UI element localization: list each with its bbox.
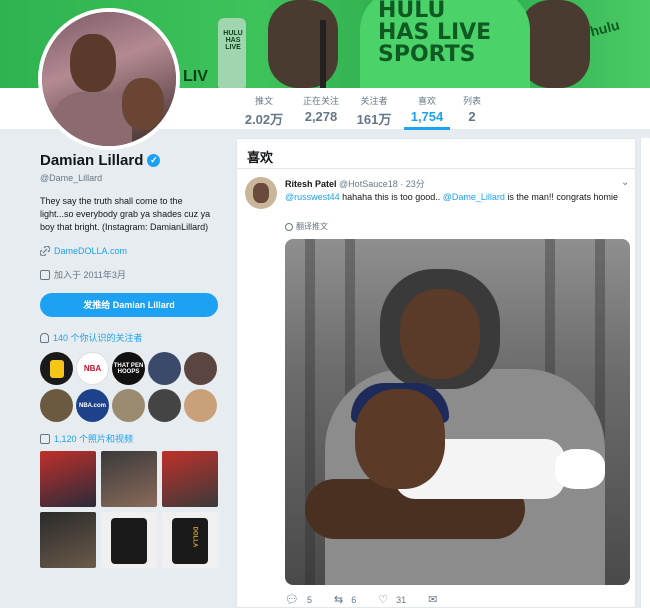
banner-arm (268, 0, 338, 88)
likes-timeline: 喜欢 Ritesh Patel @HotSauce18 · 23分 ⌄ @rus… (236, 138, 636, 608)
profile-name-row: Damian Lillard ✓ (40, 152, 225, 169)
follower-avatar[interactable] (184, 352, 217, 385)
tweet-author-avatar[interactable] (245, 177, 277, 209)
like-action[interactable]: ♡ 31 (378, 593, 406, 606)
translate-label[interactable]: 翻译推文 (296, 221, 328, 232)
chevron-down-icon[interactable]: ⌄ (621, 177, 629, 188)
heart-icon: ♡ (378, 594, 389, 606)
tweet-mention[interactable]: @Dame_Lillard (443, 192, 505, 202)
retweet-icon: ⇆ (333, 594, 344, 606)
tweet-author-name[interactable]: Ritesh Patel (285, 179, 337, 189)
banner-arm (520, 0, 590, 88)
stat-label: 关注者 (360, 96, 388, 106)
follower-avatars: NBA THAT PEN HOOPS NBA.com (40, 352, 225, 422)
stat-label: 列表 (462, 96, 481, 106)
stat-value: 2 (468, 109, 476, 124)
stat-label: 推文 (254, 96, 273, 106)
shirt-line-1: HULU (378, 0, 446, 23)
media-thumbnail[interactable] (162, 451, 218, 507)
stat-value: 161万 (356, 112, 392, 127)
shirt-line-2: HAS LIVE (378, 20, 492, 45)
stat-value: 2.02万 (244, 112, 284, 127)
website-link[interactable]: DameDOLLA.com (54, 246, 127, 256)
bottle-label: HULU HAS LIVE (223, 30, 243, 51)
media-thumbnail[interactable]: DOLLA (162, 512, 218, 568)
tweet-header: Ritesh Patel @HotSauce18 · 23分 (285, 177, 425, 190)
follower-avatar[interactable] (40, 352, 73, 385)
photos-videos-link[interactable]: 1,120 个照片和视频 (40, 432, 225, 445)
tweet-separator: · (400, 179, 404, 189)
profile-sidebar: Damian Lillard ✓ @Dame_Lillard They say … (40, 152, 225, 568)
verified-icon: ✓ (147, 154, 161, 167)
stat-lists[interactable]: 列表 2 (460, 94, 484, 124)
media-label: DOLLA (191, 526, 198, 548)
reply-icon: 💬︎ (285, 594, 299, 606)
tweet-mention[interactable]: @russwest44 (285, 192, 340, 202)
photos-videos-label[interactable]: 1,120 个照片和视频 (54, 432, 133, 445)
followers-you-know-link[interactable]: 140 个你认识的关注者 (40, 331, 225, 344)
right-column-edge (640, 138, 650, 608)
profile-bio: They say the truth shall come to the lig… (40, 196, 211, 232)
calendar-icon (40, 269, 50, 280)
microphone (320, 20, 326, 88)
tweet-text-segment: hahaha this is too good.. (339, 192, 443, 202)
tweet-text-segment: is the man!! congrats homie (504, 192, 618, 202)
message-action[interactable]: ✉ (428, 593, 437, 606)
media-thumbnail[interactable] (40, 512, 96, 568)
followers-you-know-label[interactable]: 140 个你认识的关注者 (53, 331, 143, 344)
stat-followers[interactable]: 关注者 161万 (355, 94, 393, 128)
banner-right-text: hulu (588, 16, 622, 40)
link-icon (40, 246, 50, 256)
follower-avatar[interactable]: THAT PEN HOOPS (112, 352, 145, 385)
reply-count: 5 (306, 594, 312, 605)
tweet-actions: 💬︎ 5 ⇆ 6 ♡ 31 ✉ (285, 593, 437, 606)
follower-avatar[interactable]: NBA.com (76, 389, 109, 422)
tweet-to-button[interactable]: 发推给 Damian Lillard (40, 293, 218, 317)
stat-value: 2,278 (304, 109, 338, 124)
joined-date: 加入于 2011年3月 (54, 270, 126, 280)
reply-action[interactable]: 💬︎ 5 (285, 593, 312, 606)
image-icon (40, 433, 50, 444)
tweet-time[interactable]: 23分 (406, 179, 425, 189)
stat-label: 喜欢 (417, 96, 436, 106)
like-count: 31 (396, 594, 407, 605)
translate-tweet[interactable]: 翻译推文 (285, 221, 328, 232)
tweet-photo[interactable] (285, 239, 630, 585)
profile-handle[interactable]: @Dame_Lillard (40, 173, 225, 183)
stat-label: 正在关注 (302, 96, 339, 106)
follower-avatar[interactable] (40, 389, 73, 422)
banner-bottle (218, 18, 246, 88)
follower-avatar[interactable] (148, 352, 181, 385)
follower-avatar[interactable] (148, 389, 181, 422)
stat-tweets[interactable]: 推文 2.02万 (244, 94, 284, 128)
banner-shirt-text: HULU HAS LIVE SPORTS (378, 0, 491, 66)
media-grid: DOLLA (40, 451, 225, 568)
profile-avatar[interactable] (38, 8, 180, 150)
profile-joined: 加入于 2011年3月 (40, 268, 225, 281)
media-thumbnail[interactable] (101, 451, 157, 507)
person-icon (40, 332, 49, 343)
media-thumbnail[interactable] (101, 512, 157, 568)
follower-avatar[interactable] (112, 389, 145, 422)
mail-icon: ✉ (428, 594, 438, 606)
profile-name[interactable]: Damian Lillard (40, 152, 143, 169)
shirt-line-3: SPORTS (378, 42, 476, 67)
follower-avatar[interactable] (184, 389, 217, 422)
stat-value: 1,754 (410, 109, 444, 124)
tweet-author-handle[interactable]: @HotSauce18 (339, 179, 398, 189)
retweet-count: 6 (351, 594, 357, 605)
banner-partial-text: LIV (183, 68, 208, 85)
profile-website[interactable]: DameDOLLA.com (40, 246, 225, 256)
media-thumbnail[interactable] (40, 451, 96, 507)
stat-following[interactable]: 正在关注 2,278 (298, 94, 344, 124)
retweet-action[interactable]: ⇆ 6 (334, 593, 356, 606)
globe-icon (285, 222, 293, 231)
follower-avatar[interactable]: NBA (76, 352, 109, 385)
stat-likes[interactable]: 喜欢 1,754 (404, 94, 450, 130)
timeline-title: 喜欢 (237, 139, 635, 169)
tweet-text: @russwest44 hahaha this is too good.. @D… (285, 191, 625, 204)
